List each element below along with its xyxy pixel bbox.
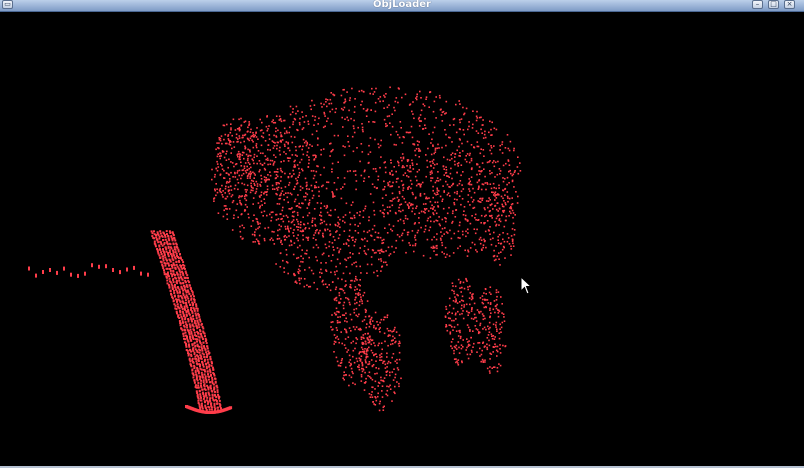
minimize-icon[interactable]: – [752,0,763,9]
elephant-point-cloud [28,86,522,414]
close-icon[interactable]: × [784,0,795,9]
render-viewport[interactable] [0,12,804,466]
maximize-icon[interactable]: □ [768,0,779,9]
title-bar[interactable]: ▭ ObjLoader – □ × [0,0,804,12]
objloader-window: ▭ ObjLoader – □ × [0,0,804,468]
mouse-pointer-icon [520,276,532,295]
point-cloud-group [28,86,522,414]
window-title: ObjLoader [373,0,431,10]
